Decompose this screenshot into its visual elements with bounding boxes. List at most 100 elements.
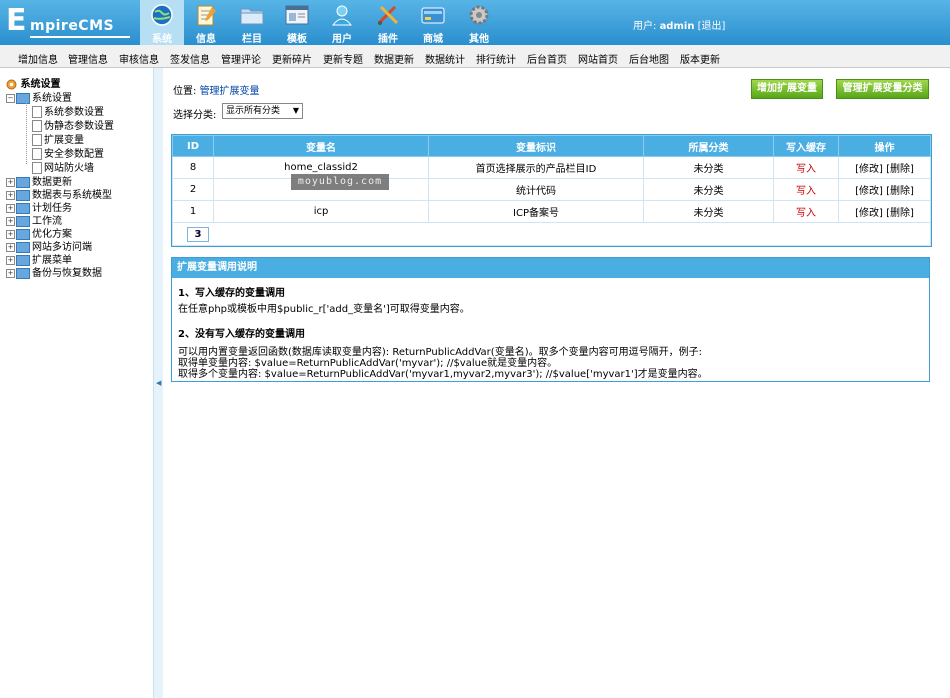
cell-id: 1 (172, 200, 214, 223)
col-var-name: 变量名 (213, 135, 429, 157)
gear-icon (469, 5, 489, 25)
cell-name: icp (213, 200, 429, 223)
quick-menu-bar: 增加信息 管理信息 审核信息 签发信息 管理评论 更新碎片 更新专题 数据更新 … (0, 45, 950, 68)
help-s2-line3: 取得多个变量内容: $value=ReturnPublicAddVar('myv… (178, 369, 708, 380)
tree-guide-line (26, 100, 27, 164)
top-header: E mpireCMS 系统 信息 栏目 模板 用户 插件 商城 其他 用户: a… (0, 0, 950, 45)
logo-underline (30, 36, 130, 38)
folder-open-icon (16, 92, 30, 104)
sidebar-splitter[interactable]: ◀ (153, 68, 163, 698)
globe-icon (151, 4, 173, 26)
topnav-template[interactable]: 模板 (275, 0, 319, 45)
breadcrumb: 位置: 管理扩展变量 (173, 82, 260, 97)
menu-site-home[interactable]: 网站首页 (578, 51, 618, 66)
topnav-column[interactable]: 栏目 (230, 0, 274, 45)
help-panel: 扩展变量调用说明 1、写入缓存的变量调用 在任意php或模板中用$public_… (171, 257, 930, 382)
collapse-icon[interactable]: − (6, 93, 15, 103)
topnav-label: 插件 (378, 34, 398, 45)
topnav-user[interactable]: 用户 (320, 0, 364, 45)
topnav-label: 栏目 (242, 34, 262, 45)
cell-ops[interactable]: [修改] [删除] (838, 178, 931, 201)
menu-admin-map[interactable]: 后台地图 (629, 51, 669, 66)
tree-root[interactable]: 系统设置 (6, 75, 60, 90)
menu-add-info[interactable]: 增加信息 (18, 51, 58, 66)
topnav-info[interactable]: 信息 (184, 0, 228, 45)
tree-item-firewall[interactable]: 网站防火墙 (32, 159, 94, 174)
menu-sign-info[interactable]: 签发信息 (170, 51, 210, 66)
menu-version-update[interactable]: 版本更新 (680, 51, 720, 66)
tree-group-backup[interactable]: + 备份与恢复数据 (6, 264, 102, 279)
manage-var-class-button[interactable]: 管理扩展变量分类 (836, 79, 929, 99)
col-ops: 操作 (838, 135, 931, 157)
cell-class: 未分类 (643, 178, 774, 201)
category-label: 选择分类: (173, 110, 217, 121)
user-icon (331, 5, 353, 26)
menu-update-topics[interactable]: 更新专题 (323, 51, 363, 66)
breadcrumb-link[interactable]: 管理扩展变量 (200, 86, 260, 97)
pager-row: 3 (172, 222, 931, 246)
tree-group-label: 备份与恢复数据 (32, 268, 102, 279)
tree-group-system[interactable]: − 系统设置 (6, 89, 72, 104)
folder-icon (16, 267, 30, 279)
breadcrumb-prefix: 位置: (173, 86, 200, 97)
col-var-flag: 变量标识 (428, 135, 644, 157)
cell-flag: 首页选择展示的产品栏目ID (428, 156, 644, 179)
topnav-shop[interactable]: 商城 (411, 0, 455, 45)
dropdown-arrow-icon: ▼ (292, 106, 299, 115)
cell-ops[interactable]: [修改] [删除] (838, 156, 931, 179)
ext-var-table: ID 变量名 变量标识 所属分类 写入缓存 操作 8 home_classid2… (171, 134, 932, 247)
menu-admin-home[interactable]: 后台首页 (527, 51, 567, 66)
user-prefix: 用户: (633, 21, 657, 32)
cell-ops[interactable]: [修改] [删除] (838, 200, 931, 223)
tree-item-system-params[interactable]: 系统参数设置 (32, 103, 104, 118)
tools-icon (377, 5, 399, 25)
cell-id: 8 (172, 156, 214, 179)
settings-icon (6, 79, 17, 89)
topnav-other[interactable]: 其他 (457, 0, 501, 45)
expand-icon[interactable]: + (6, 268, 15, 278)
cell-cache: 写入 (773, 200, 839, 223)
topnav-plugin[interactable]: 插件 (366, 0, 410, 45)
cell-cache: 写入 (773, 178, 839, 201)
notepad-icon (197, 5, 216, 26)
cell-id: 2 (172, 178, 214, 201)
main-content: 位置: 管理扩展变量 增加扩展变量 管理扩展变量分类 选择分类: 显示所有分类 … (163, 68, 950, 698)
tree-item-ext-vars[interactable]: 扩展变量 (32, 131, 84, 146)
topnav-label: 信息 (196, 34, 216, 45)
help-s1-text: 在任意php或模板中用$public_r['add_变量名']可取得变量内容。 (178, 304, 470, 315)
logo-text: mpireCMS (30, 18, 115, 34)
menu-rank-stats[interactable]: 排行统计 (476, 51, 516, 66)
menu-data-stats[interactable]: 数据统计 (425, 51, 465, 66)
cell-class: 未分类 (643, 200, 774, 223)
menu-update-fragments[interactable]: 更新碎片 (272, 51, 312, 66)
cell-flag: 统计代码 (428, 178, 644, 201)
user-info: 用户: admin [退出] (633, 17, 725, 32)
tree-item-rewrite-params[interactable]: 伪静态参数设置 (32, 117, 114, 132)
topnav-label: 其他 (469, 34, 489, 45)
pager-cell: 3 (172, 222, 931, 246)
folder-icon (240, 8, 264, 25)
menu-review-info[interactable]: 审核信息 (119, 51, 159, 66)
window-icon (285, 5, 309, 25)
col-id: ID (172, 135, 214, 157)
cell-cache: 写入 (773, 156, 839, 179)
cell-class: 未分类 (643, 156, 774, 179)
menu-data-update[interactable]: 数据更新 (374, 51, 414, 66)
category-select[interactable]: 显示所有分类 ▼ (222, 103, 303, 119)
page-number[interactable]: 3 (187, 226, 209, 242)
tree-item-security-params[interactable]: 安全参数配置 (32, 145, 104, 160)
menu-manage-info[interactable]: 管理信息 (68, 51, 108, 66)
watermark: moyublog.com (291, 174, 389, 190)
collapse-arrow-icon[interactable]: ◀ (156, 379, 161, 387)
col-cache: 写入缓存 (773, 135, 839, 157)
help-title: 扩展变量调用说明 (172, 258, 929, 278)
left-nav-tree: 系统设置 − 系统设置 系统参数设置 伪静态参数设置 扩展变量 安全参数配置 网站… (0, 68, 153, 698)
table-row: 1 icp ICP备案号 未分类 写入 [修改] [删除] (172, 200, 931, 223)
table-row: 2 统计代码 未分类 写入 [修改] [删除] (172, 178, 931, 201)
topnav-system[interactable]: 系统 (140, 0, 184, 45)
menu-manage-comments[interactable]: 管理评论 (221, 51, 261, 66)
empirecms-logo: E mpireCMS (6, 6, 142, 40)
add-ext-var-button[interactable]: 增加扩展变量 (751, 79, 823, 99)
logout-link[interactable]: [退出] (698, 21, 726, 32)
col-class: 所属分类 (643, 135, 774, 157)
